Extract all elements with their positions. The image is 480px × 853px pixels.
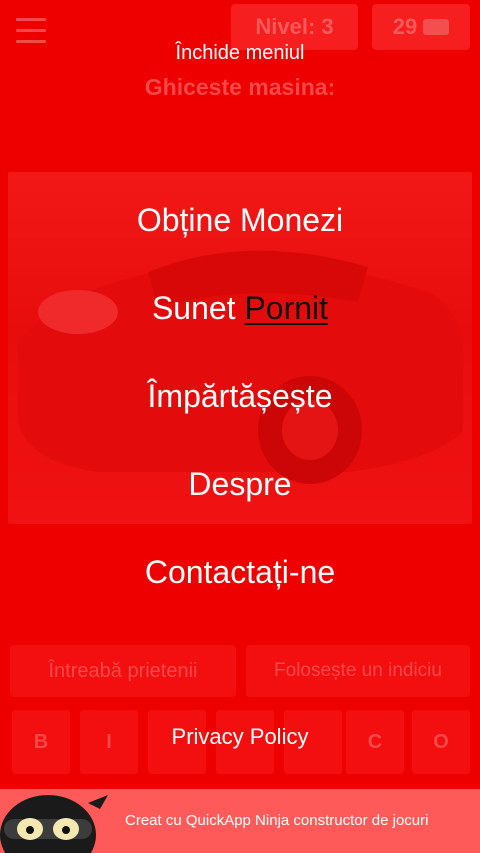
footer-credit: Creat cu QuickApp Ninja constructor de j… xyxy=(125,812,429,829)
get-coins-item[interactable]: Obține Monezi xyxy=(0,202,480,239)
contact-item[interactable]: Contactați-ne xyxy=(0,554,480,591)
side-menu: Închide meniul Obține Monezi Sunet Porni… xyxy=(0,0,480,853)
footer-banner[interactable]: Creat cu QuickApp Ninja constructor de j… xyxy=(0,789,480,853)
ninja-mascot-icon xyxy=(0,795,108,853)
privacy-policy-link[interactable]: Privacy Policy xyxy=(0,724,480,750)
share-item[interactable]: Împărtășește xyxy=(0,378,480,415)
about-item[interactable]: Despre xyxy=(0,466,480,503)
close-menu-button[interactable]: Închide meniul xyxy=(0,42,480,65)
sound-label: Sunet xyxy=(151,290,236,326)
sound-toggle-item[interactable]: Sunet Pornit xyxy=(0,290,480,327)
sound-state-toggle[interactable]: Pornit xyxy=(244,290,328,326)
